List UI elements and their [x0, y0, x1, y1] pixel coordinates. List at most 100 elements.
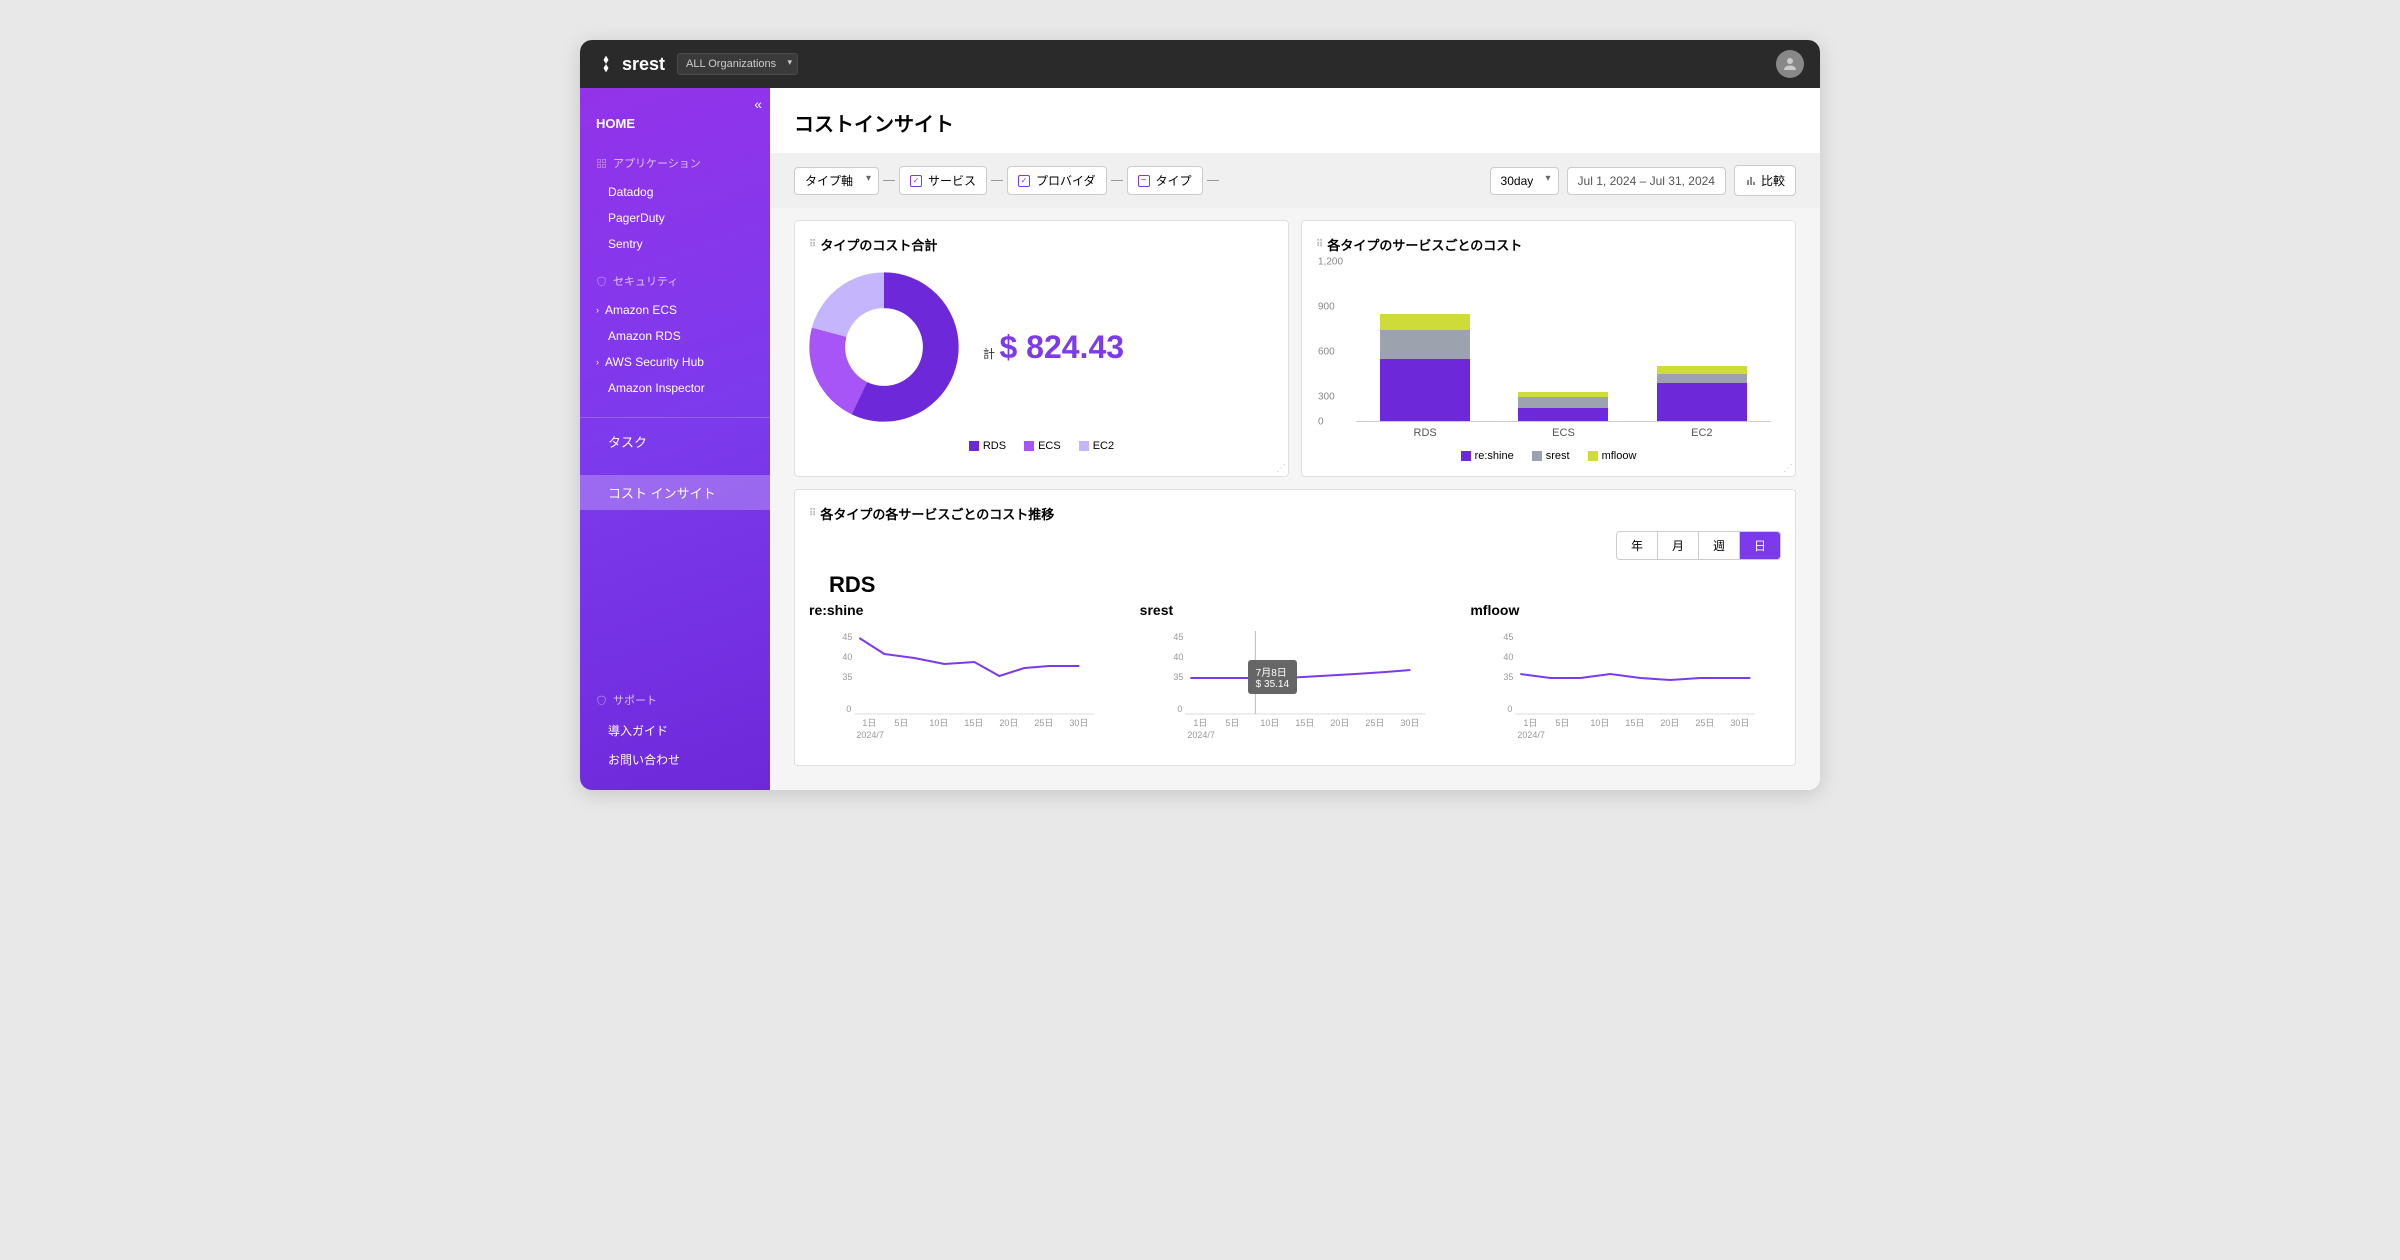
- nav-cost-insight[interactable]: コスト インサイト: [580, 475, 770, 510]
- check-icon: ✓: [1018, 175, 1030, 187]
- filter-bar: タイプ軸 ✓サービス ✓プロバイダ −タイプ 30day Jul 1, 2024…: [770, 153, 1820, 208]
- nav-rds[interactable]: Amazon RDS: [580, 323, 770, 349]
- line-chart: 4540350 1日5日10日15日20日25日30日 2024/7: [809, 626, 1120, 746]
- chip-service[interactable]: ✓サービス: [899, 166, 987, 195]
- minus-icon: −: [1138, 175, 1150, 187]
- svg-text:35: 35: [1504, 672, 1514, 682]
- page-title: コストインサイト: [770, 88, 1820, 153]
- mini-chart-srest: srest 4540350 1日5日10日15日20日25日30日 2024/7…: [1140, 602, 1451, 751]
- mini-title: srest: [1140, 602, 1451, 618]
- connector: [991, 180, 1003, 181]
- swatch: [1079, 441, 1089, 451]
- svg-text:30日: 30日: [1069, 718, 1088, 728]
- tab-week[interactable]: 週: [1699, 532, 1740, 559]
- sidebar-collapse[interactable]: «: [754, 96, 762, 112]
- bar-card: 各タイプのサービスごとのコスト 1,200 900 600 300 0 RDS …: [1301, 220, 1796, 477]
- shield-icon: [596, 695, 607, 706]
- period-select[interactable]: 30day: [1490, 167, 1559, 195]
- svg-text:2024/7: 2024/7: [1187, 730, 1215, 740]
- user-avatar[interactable]: [1776, 50, 1804, 78]
- nav-inspector[interactable]: Amazon Inspector: [580, 375, 770, 401]
- date-range[interactable]: Jul 1, 2024 – Jul 31, 2024: [1567, 167, 1726, 195]
- svg-text:5日: 5日: [1225, 718, 1239, 728]
- svg-text:45: 45: [1504, 632, 1514, 642]
- nav-home[interactable]: HOME: [580, 96, 770, 139]
- nav-contact[interactable]: お問い合わせ: [580, 745, 770, 774]
- user-icon: [1781, 55, 1799, 73]
- svg-text:0: 0: [846, 704, 851, 714]
- mini-title: mfloow: [1470, 602, 1781, 618]
- tab-day[interactable]: 日: [1740, 532, 1780, 559]
- connector: [1207, 180, 1219, 181]
- svg-text:20日: 20日: [999, 718, 1018, 728]
- svg-text:1日: 1日: [1524, 718, 1538, 728]
- svg-text:30日: 30日: [1731, 718, 1750, 728]
- tab-month[interactable]: 月: [1658, 532, 1699, 559]
- app-window: srest ALL Organizations « HOME アプリケーション …: [580, 40, 1820, 790]
- nav-section-security: セキュリティ: [580, 265, 770, 297]
- nav-task[interactable]: タスク: [580, 417, 770, 459]
- brand-text: srest: [622, 54, 665, 75]
- tab-year[interactable]: 年: [1617, 532, 1658, 559]
- main-content: コストインサイト タイプ軸 ✓サービス ✓プロバイダ −タイプ 30day Ju…: [770, 88, 1820, 790]
- nav-securityhub[interactable]: ›AWS Security Hub: [580, 349, 770, 375]
- svg-text:5日: 5日: [894, 718, 908, 728]
- mini-chart-reshine: re:shine 4540350 1日5日10日15日20日25日30日 202…: [809, 602, 1120, 751]
- swatch: [1532, 451, 1542, 461]
- grid-icon: [596, 158, 607, 169]
- swatch: [969, 441, 979, 451]
- chip-type[interactable]: −タイプ: [1127, 166, 1203, 195]
- shield-icon: [596, 276, 607, 287]
- svg-text:35: 35: [1173, 672, 1183, 682]
- total-label: 計: [983, 347, 995, 361]
- svg-text:40: 40: [1504, 652, 1514, 662]
- nav-guide[interactable]: 導入ガイド: [580, 716, 770, 745]
- org-select[interactable]: ALL Organizations: [677, 53, 798, 75]
- swatch: [1461, 451, 1471, 461]
- svg-text:35: 35: [842, 672, 852, 682]
- svg-text:30日: 30日: [1400, 718, 1419, 728]
- swatch: [1588, 451, 1598, 461]
- svg-text:15日: 15日: [1626, 718, 1645, 728]
- nav-pagerduty[interactable]: PagerDuty: [580, 205, 770, 231]
- bar-legend: re:shine srest mfloow: [1316, 450, 1781, 462]
- period-tabs: 年 月 週 日: [1616, 531, 1781, 560]
- chip-provider[interactable]: ✓プロバイダ: [1007, 166, 1107, 195]
- sidebar: « HOME アプリケーション Datadog PagerDuty Sentry…: [580, 88, 770, 790]
- bar-chart-icon: [1745, 175, 1757, 187]
- check-icon: ✓: [910, 175, 922, 187]
- svg-text:2024/7: 2024/7: [1518, 730, 1546, 740]
- resize-handle[interactable]: ⋰: [1276, 463, 1286, 474]
- connector: [883, 180, 895, 181]
- svg-text:5日: 5日: [1556, 718, 1570, 728]
- svg-text:20日: 20日: [1330, 718, 1349, 728]
- svg-text:15日: 15日: [964, 718, 983, 728]
- resize-handle[interactable]: ⋰: [1783, 463, 1793, 474]
- svg-text:0: 0: [1508, 704, 1513, 714]
- svg-text:20日: 20日: [1661, 718, 1680, 728]
- svg-text:25日: 25日: [1696, 718, 1715, 728]
- nav-sentry[interactable]: Sentry: [580, 231, 770, 257]
- card-title: タイプのコスト合計: [809, 235, 1274, 254]
- card-title: 各タイプの各サービスごとのコスト推移: [809, 504, 1781, 523]
- axis-select[interactable]: タイプ軸: [794, 167, 879, 195]
- svg-text:10日: 10日: [929, 718, 948, 728]
- swatch: [1024, 441, 1034, 451]
- nav-section-app: アプリケーション: [580, 147, 770, 179]
- mini-chart-mfloow: mfloow 45 40 35 0 1日 5日 10日 15日 20日 25日 30日 2024/…: [1470, 602, 1781, 751]
- svg-text:25日: 25日: [1034, 718, 1053, 728]
- nav-section-support: サポート: [580, 684, 770, 716]
- compare-button[interactable]: 比較: [1734, 165, 1796, 196]
- brand-logo: srest: [596, 54, 665, 75]
- svg-text:10日: 10日: [1591, 718, 1610, 728]
- mini-title: re:shine: [809, 602, 1120, 618]
- svg-text:45: 45: [1173, 632, 1183, 642]
- nav-ecs[interactable]: ›Amazon ECS: [580, 297, 770, 323]
- chevron-right-icon: ›: [596, 305, 599, 315]
- trend-group-title: RDS: [809, 572, 1781, 598]
- donut-chart: [809, 272, 959, 422]
- nav-datadog[interactable]: Datadog: [580, 179, 770, 205]
- svg-text:2024/7: 2024/7: [856, 730, 884, 740]
- line-chart: 45 40 35 0 1日 5日 10日 15日 20日 25日 30日 2024/7: [1470, 626, 1781, 746]
- svg-text:40: 40: [842, 652, 852, 662]
